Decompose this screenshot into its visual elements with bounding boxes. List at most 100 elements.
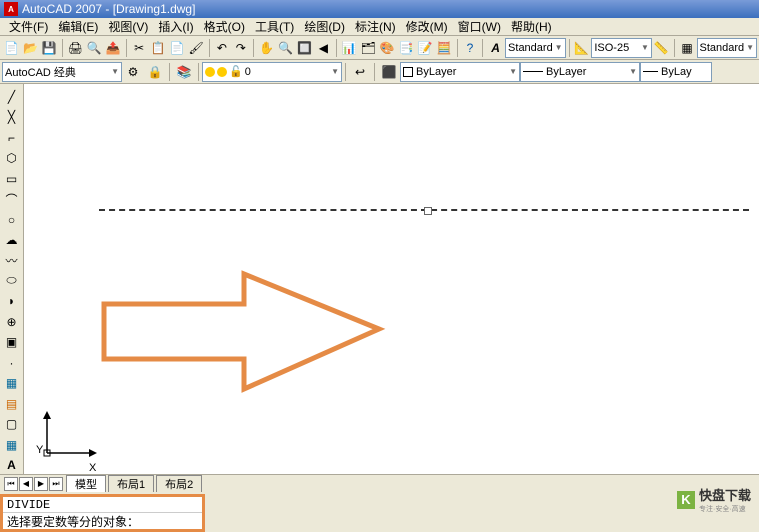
zoom-window-icon[interactable]: 🔲 xyxy=(296,38,313,58)
calc-icon[interactable]: 🧮 xyxy=(436,38,453,58)
text-tool[interactable]: A xyxy=(3,456,21,473)
pan-icon[interactable]: ✋ xyxy=(258,38,275,58)
layer-lock-icon: 🔓 xyxy=(229,65,243,78)
layer-name: 0 xyxy=(245,66,251,78)
tab-prev-icon[interactable]: ◀ xyxy=(19,477,33,491)
lineweight-dropdown[interactable]: ByLay xyxy=(640,62,712,82)
layer-prev-icon[interactable]: ↩ xyxy=(350,62,370,82)
annotation-arrow xyxy=(99,269,399,402)
ellipse-arc-tool[interactable]: ◗ xyxy=(3,293,21,310)
dimstyle-btn[interactable]: 📏 xyxy=(653,38,670,58)
watermark-text: 快盘下载 xyxy=(699,488,751,503)
menu-view[interactable]: 视图(V) xyxy=(103,18,153,35)
match-icon[interactable]: 🖌 xyxy=(187,38,204,58)
command-history: DIVIDE xyxy=(3,497,202,513)
tab-layout1[interactable]: 布局1 xyxy=(108,475,154,492)
workspace-lock-icon[interactable]: 🔒 xyxy=(145,62,165,82)
titlebar: A AutoCAD 2007 - [Drawing1.dwg] xyxy=(0,0,759,18)
menu-tools[interactable]: 工具(T) xyxy=(250,18,299,35)
layout-tabs: ⏮ ◀ ▶ ⏭ 模型 布局1 布局2 xyxy=(0,474,759,492)
textstyle-dropdown[interactable]: Standard▼ xyxy=(505,38,566,58)
xline-tool[interactable]: ╳ xyxy=(3,108,21,125)
copy-icon[interactable]: 📋 xyxy=(150,38,167,58)
cut-icon[interactable]: ✂ xyxy=(131,38,148,58)
menu-format[interactable]: 格式(O) xyxy=(199,18,250,35)
layer-on-icon xyxy=(205,67,215,77)
layer-freeze-icon xyxy=(217,67,227,77)
ucs-icon xyxy=(39,411,99,464)
design-center-icon[interactable]: 🗂 xyxy=(360,38,377,58)
draw-toolbar: ╱ ╳ ⌐ ⬡ ▭ ⌒ ○ ☁ 〰 ⬭ ◗ ⊕ ▣ · ▦ ▤ ▢ ▦ A xyxy=(0,84,24,474)
tab-next-icon[interactable]: ▶ xyxy=(34,477,48,491)
zoom-prev-icon[interactable]: ◀ xyxy=(315,38,332,58)
line-tool[interactable]: ╱ xyxy=(3,88,21,105)
gradient-tool[interactable]: ▤ xyxy=(3,395,21,412)
save-icon[interactable]: 💾 xyxy=(41,38,58,58)
revcloud-tool[interactable]: ☁ xyxy=(3,231,21,248)
tablestyle-dropdown[interactable]: Standard▼ xyxy=(697,38,758,58)
preview-icon[interactable]: 🔍 xyxy=(86,38,103,58)
menu-file[interactable]: 文件(F) xyxy=(4,18,53,35)
tab-last-icon[interactable]: ⏭ xyxy=(49,477,63,491)
arc-tool[interactable]: ⌒ xyxy=(3,190,21,207)
color-dropdown[interactable]: ByLayer▼ xyxy=(400,62,520,82)
menu-dimension[interactable]: 标注(N) xyxy=(350,18,401,35)
region-tool[interactable]: ▢ xyxy=(3,416,21,433)
layer-dropdown[interactable]: 🔓 0 ▼ xyxy=(202,62,342,82)
menu-draw[interactable]: 绘图(D) xyxy=(299,18,350,35)
ellipse-tool[interactable]: ⬭ xyxy=(3,272,21,289)
watermark: K 快盘下载 专注·安全·高速 xyxy=(677,485,751,514)
dashed-line-object[interactable] xyxy=(99,209,749,211)
menu-modify[interactable]: 修改(M) xyxy=(401,18,453,35)
menubar: 文件(F) 编辑(E) 视图(V) 插入(I) 格式(O) 工具(T) 绘图(D… xyxy=(0,18,759,36)
menu-insert[interactable]: 插入(I) xyxy=(153,18,198,35)
menu-edit[interactable]: 编辑(E) xyxy=(53,18,103,35)
redo-icon[interactable]: ↷ xyxy=(232,38,249,58)
publish-icon[interactable]: 📤 xyxy=(105,38,122,58)
tool-palette-icon[interactable]: 🎨 xyxy=(379,38,396,58)
polygon-tool[interactable]: ⬡ xyxy=(3,149,21,166)
markup-icon[interactable]: 📝 xyxy=(417,38,434,58)
linetype-dropdown[interactable]: ByLayer▼ xyxy=(520,62,640,82)
color-icon[interactable]: ⬛ xyxy=(379,62,399,82)
textstyle-icon[interactable]: A xyxy=(487,38,504,58)
zoom-icon[interactable]: 🔍 xyxy=(277,38,294,58)
tab-layout2[interactable]: 布局2 xyxy=(156,475,202,492)
help-icon[interactable]: ? xyxy=(461,38,478,58)
workspace-dropdown[interactable]: AutoCAD 经典▼ xyxy=(2,62,122,82)
tab-model[interactable]: 模型 xyxy=(66,475,106,492)
spline-tool[interactable]: 〰 xyxy=(3,252,21,269)
tablestyle-icon[interactable]: ▦ xyxy=(679,38,696,58)
menu-window[interactable]: 窗口(W) xyxy=(453,18,506,35)
watermark-sub: 专注·安全·高速 xyxy=(699,504,751,514)
properties-icon[interactable]: 📊 xyxy=(341,38,358,58)
dimstyle-dropdown[interactable]: ISO-25▼ xyxy=(591,38,652,58)
rectangle-tool[interactable]: ▭ xyxy=(3,170,21,187)
menu-help[interactable]: 帮助(H) xyxy=(506,18,557,35)
layer-manager-icon[interactable]: 📚 xyxy=(174,62,194,82)
sheet-set-icon[interactable]: 📑 xyxy=(398,38,415,58)
standard-toolbar: 📄 📂 💾 🖨 🔍 📤 ✂ 📋 📄 🖌 ↶ ↷ ✋ 🔍 🔲 ◀ 📊 🗂 🎨 📑 … xyxy=(0,36,759,60)
print-icon[interactable]: 🖨 xyxy=(67,38,84,58)
drawing-canvas[interactable]: Y X xyxy=(24,84,759,474)
paste-icon[interactable]: 📄 xyxy=(168,38,185,58)
block-tool[interactable]: ▣ xyxy=(3,334,21,351)
circle-tool[interactable]: ○ xyxy=(3,211,21,228)
polyline-tool[interactable]: ⌐ xyxy=(3,129,21,146)
command-line-highlight: DIVIDE 选择要定数等分的对象： xyxy=(0,494,205,532)
new-icon[interactable]: 📄 xyxy=(3,38,20,58)
title-text: AutoCAD 2007 - [Drawing1.dwg] xyxy=(22,2,195,16)
app-icon: A xyxy=(4,2,18,16)
workspace-settings-icon[interactable]: ⚙ xyxy=(123,62,143,82)
tab-first-icon[interactable]: ⏮ xyxy=(4,477,18,491)
command-prompt[interactable]: 选择要定数等分的对象： xyxy=(3,513,202,529)
ucs-y-label: Y xyxy=(36,444,43,456)
open-icon[interactable]: 📂 xyxy=(22,38,39,58)
point-tool[interactable]: · xyxy=(3,354,21,371)
hatch-tool[interactable]: ▦ xyxy=(3,375,21,392)
undo-icon[interactable]: ↶ xyxy=(214,38,231,58)
table-tool[interactable]: ▦ xyxy=(3,436,21,453)
watermark-logo-icon: K xyxy=(677,491,695,509)
insert-tool[interactable]: ⊕ xyxy=(3,313,21,330)
dimstyle-icon[interactable]: 📐 xyxy=(573,38,590,58)
